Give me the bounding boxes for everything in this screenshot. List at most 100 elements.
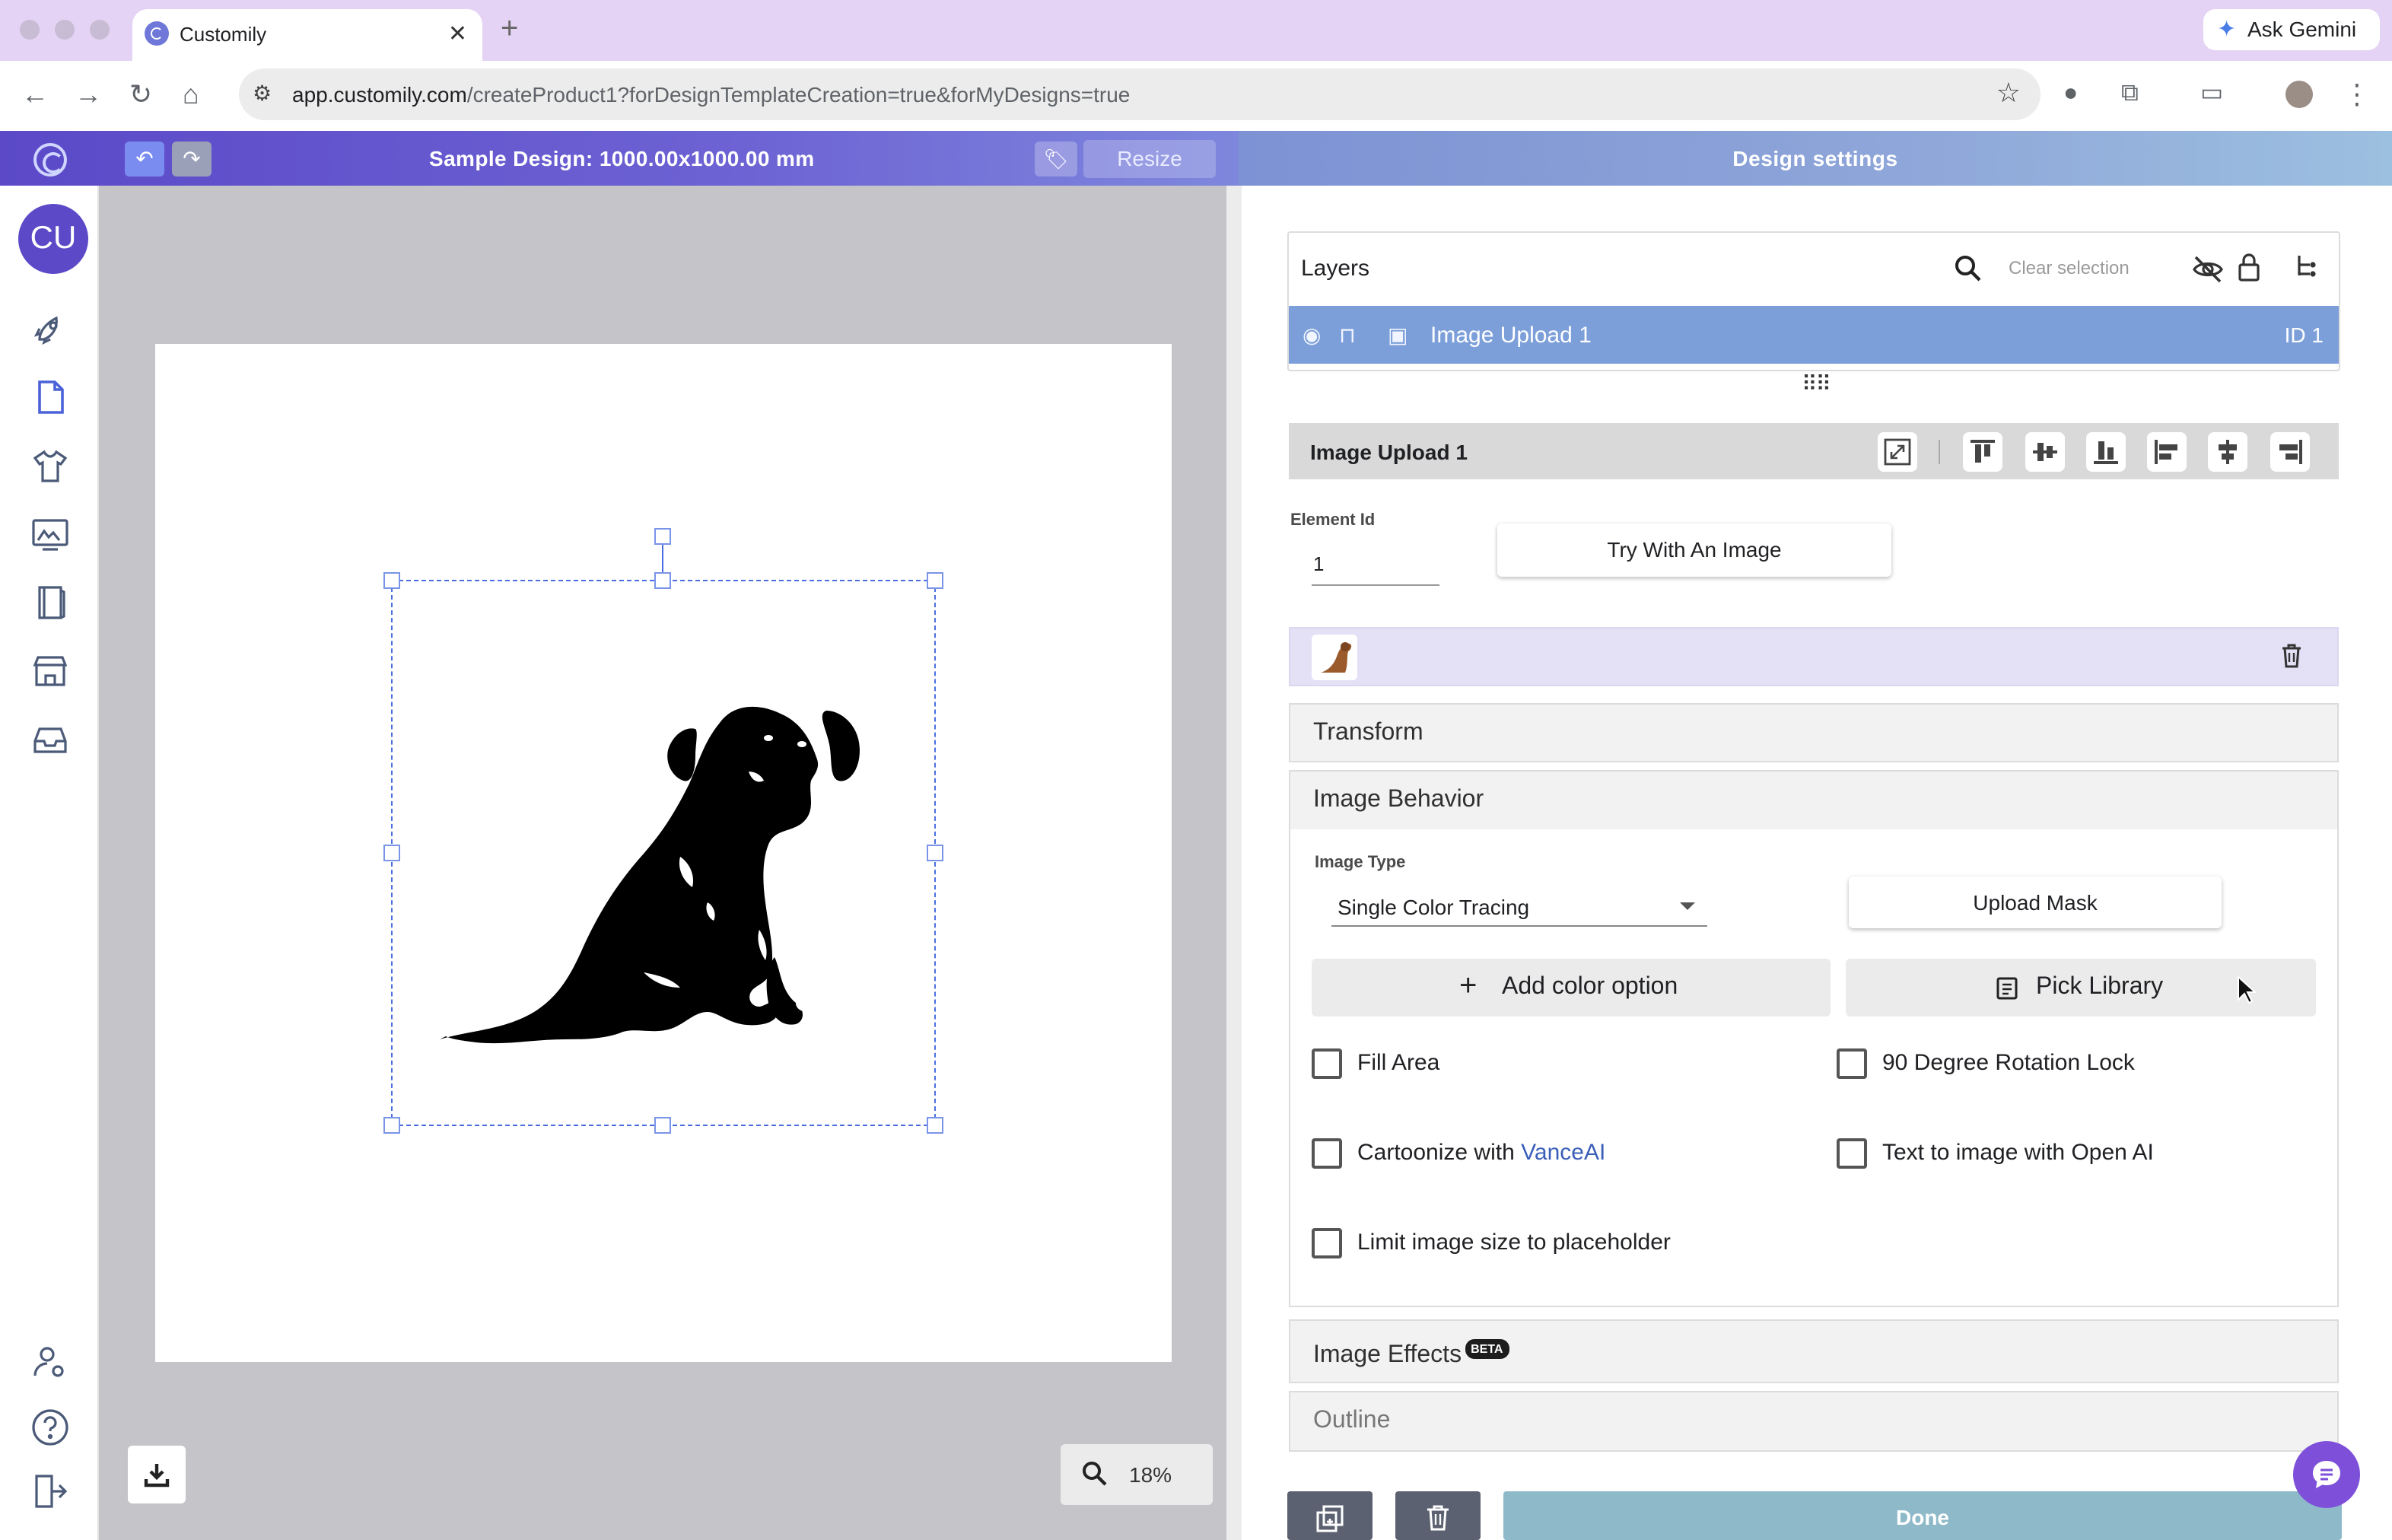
- extension-icon[interactable]: ●: [2063, 79, 2078, 110]
- limit-size-checkbox[interactable]: [1312, 1228, 1342, 1258]
- delete-image-icon[interactable]: [2278, 642, 2305, 670]
- upload-mask-button[interactable]: Upload Mask: [1849, 877, 2222, 928]
- resize-handle-top-left[interactable]: [383, 572, 400, 589]
- home-icon[interactable]: ⌂: [183, 79, 199, 110]
- back-arrow-icon[interactable]: ←: [21, 79, 49, 110]
- redo-button[interactable]: ↷: [172, 142, 212, 177]
- text-to-image-checkbox[interactable]: [1837, 1138, 1867, 1169]
- inbox-icon[interactable]: [29, 718, 72, 761]
- align-bottom-icon[interactable]: [2086, 432, 2126, 472]
- delete-element-button[interactable]: [1395, 1491, 1481, 1540]
- resize-handle-right[interactable]: [927, 845, 943, 861]
- url-text[interactable]: app.customily.com/createProduct1?forDesi…: [292, 82, 1130, 107]
- image-behavior-section[interactable]: Image Behavior: [1289, 770, 2339, 831]
- tag-icon[interactable]: 🏷: [1035, 142, 1077, 177]
- resize-handle-bottom-left[interactable]: [383, 1117, 400, 1134]
- hide-layer-icon[interactable]: [2191, 253, 2225, 286]
- image-type-value: Single Color Tracing: [1338, 895, 1530, 919]
- align-middle-icon[interactable]: [2025, 432, 2065, 472]
- image-behavior-title: Image Behavior: [1313, 787, 1484, 813]
- rotate-handle[interactable]: [654, 528, 671, 545]
- canvas-scrollbar[interactable]: [1226, 186, 1242, 1540]
- chat-icon: [2313, 1461, 2340, 1488]
- kebab-menu-icon[interactable]: ⋮: [2343, 79, 2371, 110]
- outline-title: Outline: [1313, 1408, 1391, 1433]
- user-settings-icon[interactable]: [29, 1341, 72, 1383]
- undo-button[interactable]: ↶: [125, 142, 164, 177]
- image-effects-title: Image Effects BETA: [1313, 1339, 1509, 1370]
- try-with-image-button[interactable]: Try With An Image: [1497, 523, 1891, 577]
- clear-selection-button[interactable]: Clear selection: [2009, 257, 2130, 278]
- bookmark-star-icon[interactable]: ☆: [1996, 78, 2021, 110]
- zoom-level: 18%: [1129, 1462, 1172, 1487]
- puzzle-icon[interactable]: ⧉: [2121, 79, 2139, 110]
- resize-handle-bottom[interactable]: [654, 1117, 671, 1134]
- lock-layer-icon[interactable]: [2237, 253, 2261, 283]
- fit-to-canvas-icon[interactable]: [1878, 432, 1917, 472]
- element-id-input[interactable]: 1: [1313, 552, 1324, 575]
- resize-handle-left[interactable]: [383, 845, 400, 861]
- resize-handle-top[interactable]: [654, 572, 671, 589]
- transform-section[interactable]: Transform: [1289, 703, 2339, 762]
- customily-logo-icon[interactable]: [33, 143, 67, 177]
- hierarchy-icon[interactable]: [2295, 253, 2319, 280]
- done-button[interactable]: Done: [1503, 1491, 2342, 1540]
- forward-arrow-icon[interactable]: →: [75, 79, 102, 110]
- plus-icon: +: [1459, 969, 1478, 1003]
- chat-support-button[interactable]: [2293, 1441, 2360, 1508]
- ask-gemini-button[interactable]: ✦ Ask Gemini: [2203, 9, 2380, 50]
- panel-drag-handle-icon[interactable]: ⠿⠿: [1802, 371, 1831, 397]
- layer-row-image-upload-1[interactable]: ◉ ⊓ ▣ Image Upload 1 ID 1: [1289, 306, 2339, 364]
- layers-search-icon[interactable]: [1952, 253, 1983, 283]
- design-title: Sample Design: 1000.00x1000.00 mm: [429, 146, 815, 170]
- user-avatar[interactable]: CU: [18, 204, 88, 274]
- duplicate-icon: [1316, 1505, 1344, 1532]
- document-icon[interactable]: [29, 376, 72, 418]
- cast-icon[interactable]: ▭: [2200, 79, 2223, 110]
- image-gallery-icon[interactable]: [29, 513, 72, 555]
- ask-gemini-label: Ask Gemini: [2247, 17, 2357, 41]
- visibility-eye-icon[interactable]: ◉: [1303, 323, 1321, 348]
- address-bar[interactable]: ⚙ app.customily.com/createProduct1?forDe…: [239, 68, 2041, 120]
- profile-avatar[interactable]: [2285, 81, 2313, 108]
- vanceai-link[interactable]: VanceAI: [1521, 1140, 1605, 1166]
- add-color-option-button[interactable]: + Add color option: [1312, 959, 1831, 1017]
- new-tab-button[interactable]: +: [501, 12, 518, 47]
- store-icon[interactable]: [29, 650, 72, 692]
- window-close-dot[interactable]: [20, 20, 40, 40]
- outline-section[interactable]: Outline: [1289, 1391, 2339, 1452]
- zoom-control[interactable]: 18%: [1061, 1444, 1213, 1505]
- tshirt-icon[interactable]: [29, 444, 72, 487]
- logout-icon[interactable]: [29, 1470, 72, 1513]
- selection-box[interactable]: [391, 580, 936, 1126]
- window-minimize-dot[interactable]: [55, 20, 75, 40]
- unlock-icon[interactable]: ⊓: [1339, 323, 1356, 348]
- image-effects-section[interactable]: Image Effects BETA: [1289, 1319, 2339, 1383]
- rotation-lock-checkbox[interactable]: [1837, 1048, 1867, 1079]
- align-left-icon[interactable]: [2147, 432, 2187, 472]
- tab-close-icon[interactable]: ✕: [448, 20, 467, 47]
- window-zoom-dot[interactable]: [90, 20, 110, 40]
- browser-tab-bar: Customily ✕ + ✦ Ask Gemini: [0, 0, 2392, 61]
- browser-tab[interactable]: Customily ✕: [132, 9, 482, 61]
- site-settings-icon[interactable]: ⚙: [253, 81, 272, 107]
- cartoonize-checkbox[interactable]: [1312, 1138, 1342, 1169]
- resize-button[interactable]: Resize: [1083, 140, 1216, 178]
- mouse-cursor-icon: [2238, 975, 2257, 1004]
- help-icon[interactable]: [29, 1406, 72, 1449]
- align-center-icon[interactable]: [2208, 432, 2247, 472]
- reload-icon[interactable]: ↻: [129, 79, 152, 110]
- align-top-icon[interactable]: [1963, 432, 2002, 472]
- fill-area-checkbox[interactable]: [1312, 1048, 1342, 1079]
- download-button[interactable]: [128, 1446, 186, 1503]
- duplicate-button[interactable]: [1287, 1491, 1373, 1540]
- notebook-icon[interactable]: [29, 581, 72, 624]
- align-right-icon[interactable]: [2270, 432, 2310, 472]
- dog-thumbnail-image[interactable]: [1312, 635, 1357, 680]
- element-id-underline: [1312, 584, 1439, 586]
- customily-favicon-icon: [145, 21, 169, 46]
- resize-handle-top-right[interactable]: [927, 572, 943, 589]
- resize-handle-bottom-right[interactable]: [927, 1117, 943, 1134]
- rocket-icon[interactable]: [29, 307, 72, 350]
- image-type-select[interactable]: Single Color Tracing: [1331, 889, 1707, 927]
